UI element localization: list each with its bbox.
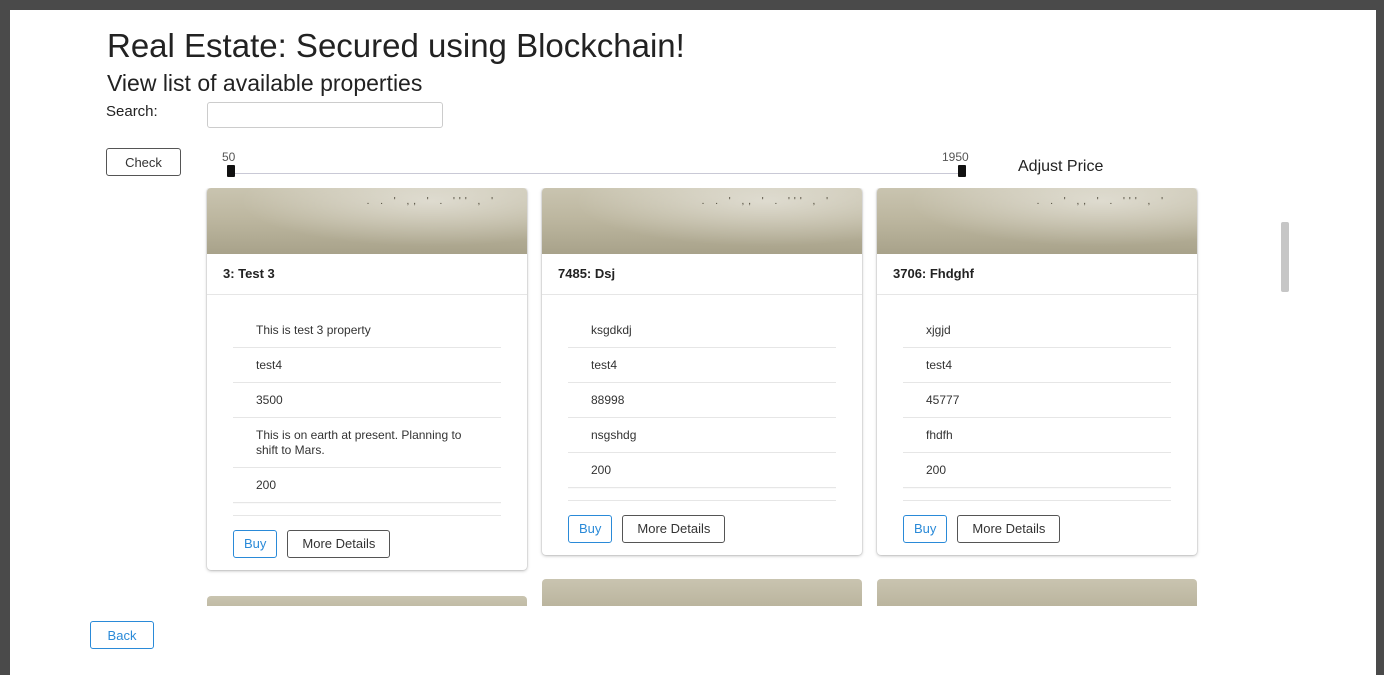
property-details: ksgdkdj test4 88998 nsgshdg 200 [568, 313, 836, 488]
property-owner: test4 [568, 348, 836, 383]
price-slider-max-handle[interactable] [958, 165, 966, 177]
property-details: xjgjd test4 45777 fhdfh 200 [903, 313, 1171, 488]
check-button[interactable]: Check [106, 148, 181, 176]
property-card-partial [542, 579, 862, 606]
property-owner: test4 [903, 348, 1171, 383]
buy-button[interactable]: Buy [903, 515, 948, 543]
property-price: 200 [233, 468, 501, 503]
slider-max-label: 1950 [942, 150, 969, 164]
more-details-button[interactable]: More Details [622, 515, 726, 543]
property-card: . . ' ,, ' . ''' , ' 3: Test 3 This is t… [207, 188, 527, 570]
property-heading: 3706: Fhdghf [877, 254, 1197, 295]
buy-button[interactable]: Buy [568, 515, 613, 543]
buy-button[interactable]: Buy [233, 530, 278, 558]
property-location: This is on earth at present. Planning to… [233, 418, 501, 468]
price-slider-track[interactable] [230, 173, 963, 174]
property-area: 88998 [568, 383, 836, 418]
more-details-button[interactable]: More Details [957, 515, 1061, 543]
property-details: This is test 3 property test4 3500 This … [233, 313, 501, 503]
property-card: . . ' ,, ' . ''' , ' 7485: Dsj ksgdkdj t… [542, 188, 862, 555]
property-owner: test4 [233, 348, 501, 383]
property-image: . . ' ,, ' . ''' , ' [877, 188, 1197, 254]
property-image: . . ' ,, ' . ''' , ' [207, 188, 527, 254]
search-input[interactable] [207, 102, 443, 128]
property-area: 45777 [903, 383, 1171, 418]
search-label: Search: [106, 103, 158, 120]
scrollbar-thumb[interactable] [1281, 222, 1289, 292]
property-location: fhdfh [903, 418, 1171, 453]
property-price: 200 [903, 453, 1171, 488]
property-description: xjgjd [903, 313, 1171, 348]
property-card-partial [207, 596, 527, 606]
page-subtitle: View list of available properties [107, 70, 423, 96]
property-description: This is test 3 property [233, 313, 501, 348]
property-area: 3500 [233, 383, 501, 418]
property-image: . . ' ,, ' . ''' , ' [542, 188, 862, 254]
property-heading: 7485: Dsj [542, 254, 862, 295]
property-heading: 3: Test 3 [207, 254, 527, 295]
back-button[interactable]: Back [90, 621, 154, 649]
page-title: Real Estate: Secured using Blockchain! [107, 27, 685, 64]
adjust-price-label: Adjust Price [1018, 158, 1104, 175]
slider-min-label: 50 [222, 150, 236, 164]
property-description: ksgdkdj [568, 313, 836, 348]
price-slider-min-handle[interactable] [227, 165, 235, 177]
property-price: 200 [568, 453, 836, 488]
property-card: . . ' ,, ' . ''' , ' 3706: Fhdghf xjgjd … [877, 188, 1197, 555]
property-location: nsgshdg [568, 418, 836, 453]
property-card-partial [877, 579, 1197, 606]
more-details-button[interactable]: More Details [287, 530, 391, 558]
property-list[interactable]: . . ' ,, ' . ''' , ' 3: Test 3 This is t… [0, 188, 1384, 606]
